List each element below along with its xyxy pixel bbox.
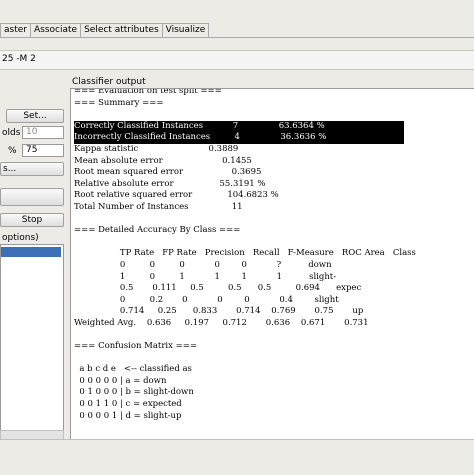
tab-bar: aster Associate Select attributes Visual… bbox=[0, 23, 210, 37]
output-line: === Detailed Accuracy By Class === bbox=[74, 225, 241, 236]
classifier-command-field[interactable]: 25 -M 2 bbox=[0, 50, 474, 70]
result-list[interactable] bbox=[0, 244, 64, 432]
output-line: 1 0 1 1 1 1 slight- bbox=[74, 271, 337, 282]
output-line: Correctly Classified Instances 7 63.6364… bbox=[74, 120, 404, 133]
result-list-item-selected[interactable] bbox=[1, 247, 61, 257]
output-line: a b c d e <-- classified as bbox=[74, 364, 192, 375]
output-line: Root mean squared error 0.3695 bbox=[74, 167, 262, 178]
output-line: 0 1 0 0 0 | b = slight-down bbox=[74, 387, 194, 398]
output-line: TP Rate FP Rate Precision Recall F-Measu… bbox=[74, 248, 416, 259]
output-line: 0 0 0 0 1 | d = slight-up bbox=[74, 410, 182, 421]
output-line: Kappa statistic 0.3889 bbox=[74, 143, 239, 154]
output-line: Mean absolute error 0.1455 bbox=[74, 155, 252, 166]
tab-divider bbox=[0, 37, 474, 38]
percent-label: % bbox=[8, 146, 17, 156]
output-line: Weighted Avg. 0.636 0.197 0.712 0.636 0.… bbox=[74, 317, 369, 328]
folds-input[interactable]: 10 bbox=[22, 126, 64, 139]
more-options-button[interactable]: s... bbox=[0, 162, 64, 176]
tab-cluster[interactable]: aster bbox=[0, 23, 31, 37]
set-button[interactable]: Set... bbox=[6, 109, 64, 123]
classifier-output-panel[interactable]: === Evaluation on test split === === Summ… bbox=[70, 88, 474, 440]
output-line: Total Number of Instances 11 bbox=[74, 201, 243, 212]
output-line: Relative absolute error 55.3191 % bbox=[74, 178, 266, 189]
output-line: Root relative squared error 104.6823 % bbox=[74, 190, 279, 201]
classifier-output-title: Classifier output bbox=[72, 77, 146, 87]
output-line: === Summary === bbox=[74, 97, 164, 108]
output-line: 0 0 0 0 0 | a = down bbox=[74, 375, 167, 386]
classifier-command-text: 25 -M 2 bbox=[2, 54, 36, 64]
output-line: 0 0.2 0 0 0 0.4 slight bbox=[74, 294, 339, 305]
output-line: Incorrectly Classified Instances 4 36.36… bbox=[74, 132, 404, 144]
output-line: === Evaluation on test split === bbox=[74, 88, 222, 96]
output-line: 0.714 0.25 0.833 0.714 0.769 0.75 up bbox=[74, 306, 364, 317]
folds-label: olds bbox=[2, 128, 21, 138]
output-line: === Confusion Matrix === bbox=[74, 341, 197, 352]
result-list-title: options) bbox=[2, 233, 39, 243]
classifier-output-text: === Evaluation on test split === === Summ… bbox=[74, 88, 416, 422]
tab-visualize[interactable]: Visualize bbox=[161, 23, 210, 37]
stop-button[interactable]: Stop bbox=[0, 213, 64, 227]
output-line: 0 0 0 0 0 ? down bbox=[74, 259, 332, 270]
tab-associate[interactable]: Associate bbox=[29, 23, 82, 37]
tab-select-attributes[interactable]: Select attributes bbox=[80, 23, 163, 37]
output-line: 0 0 1 1 0 | c = expected bbox=[74, 399, 182, 410]
class-attribute-select[interactable] bbox=[0, 188, 64, 206]
status-area bbox=[0, 439, 474, 475]
output-line: 0.5 0.111 0.5 0.5 0.5 0.694 expec bbox=[74, 283, 362, 294]
percentage-split-input[interactable]: 75 bbox=[22, 144, 64, 157]
